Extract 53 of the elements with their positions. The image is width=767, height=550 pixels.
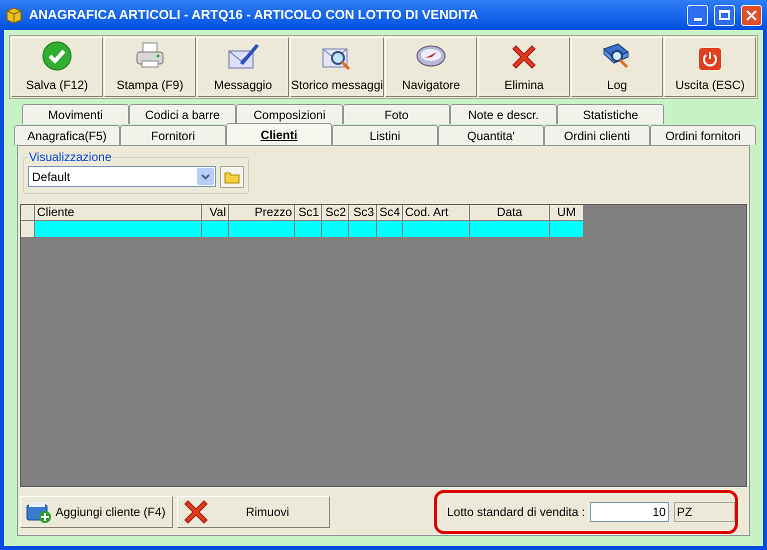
tab[interactable]: Clienti <box>226 123 332 145</box>
column-header: Cod. Art <box>403 205 470 221</box>
column-header: Sc4 <box>377 205 403 221</box>
column-header: Cliente <box>35 205 202 221</box>
toolbar-button[interactable]: Elimina <box>478 37 570 97</box>
toolbar-button[interactable]: Salva (F12) <box>11 37 103 97</box>
minimize-button[interactable] <box>687 4 708 26</box>
lot-field[interactable]: 10 <box>590 502 669 522</box>
maximize-button[interactable] <box>714 4 735 26</box>
tab[interactable]: Listini <box>332 125 438 145</box>
column-header: Val <box>202 205 229 221</box>
toolbar-button[interactable]: Log <box>571 37 664 97</box>
tab[interactable]: Ordini clienti <box>544 125 650 145</box>
box-icon <box>5 6 23 24</box>
folder-icon <box>224 170 240 184</box>
folder-button[interactable] <box>220 166 244 188</box>
envelope-pen-icon <box>226 41 260 71</box>
toolbar-button[interactable]: Storico messaggi <box>290 37 384 97</box>
view-dropdown[interactable]: Default <box>28 166 216 187</box>
row-header[interactable] <box>21 221 35 238</box>
lot-label: Lotto standard di vendita : <box>447 504 586 521</box>
add-customer-button[interactable]: Aggiungi cliente (F4) <box>20 496 173 528</box>
close-button[interactable] <box>741 4 762 26</box>
unit-field: PZ <box>674 502 735 522</box>
column-header: Sc1 <box>295 205 322 221</box>
tab[interactable]: Codici a barre <box>129 104 236 124</box>
cross-icon <box>510 43 538 71</box>
cross-icon <box>182 498 210 526</box>
tab[interactable]: Note e descr. <box>450 104 557 124</box>
tab[interactable]: Movimenti <box>22 104 129 124</box>
toolbar-button[interactable]: Uscita (ESC) <box>664 37 756 97</box>
column-header: Sc3 <box>349 205 377 221</box>
tab[interactable]: Composizioni <box>236 104 343 124</box>
tab[interactable]: Quantita' <box>438 125 544 145</box>
toolbar-button[interactable]: Navigatore <box>385 37 478 97</box>
tab[interactable]: Anagrafica(F5) <box>14 125 120 145</box>
tab[interactable]: Foto <box>343 104 450 124</box>
tab[interactable]: Fornitori <box>120 125 226 145</box>
box-plus-icon <box>25 500 53 524</box>
tab[interactable]: Ordini fornitori <box>650 125 756 145</box>
column-header: UM <box>550 205 584 221</box>
window-title: ANAGRAFICA ARTICOLI - ARTQ16 - ARTICOLO CON LOTTO DI VENDITA <box>29 6 479 24</box>
column-header: Prezzo <box>229 205 295 221</box>
tab[interactable]: Statistiche <box>557 104 664 124</box>
checkmark-icon <box>42 41 72 71</box>
group-label: Visualizzazione <box>28 150 112 164</box>
toolbar-button[interactable]: Messaggio <box>197 37 289 97</box>
toolbar-button[interactable]: Stampa (F9) <box>104 37 196 97</box>
remove-button[interactable]: Rimuovi <box>177 496 330 528</box>
column-header: Data <box>470 205 550 221</box>
power-icon <box>698 47 722 71</box>
close-icon <box>746 10 757 20</box>
column-header: Sc2 <box>322 205 349 221</box>
